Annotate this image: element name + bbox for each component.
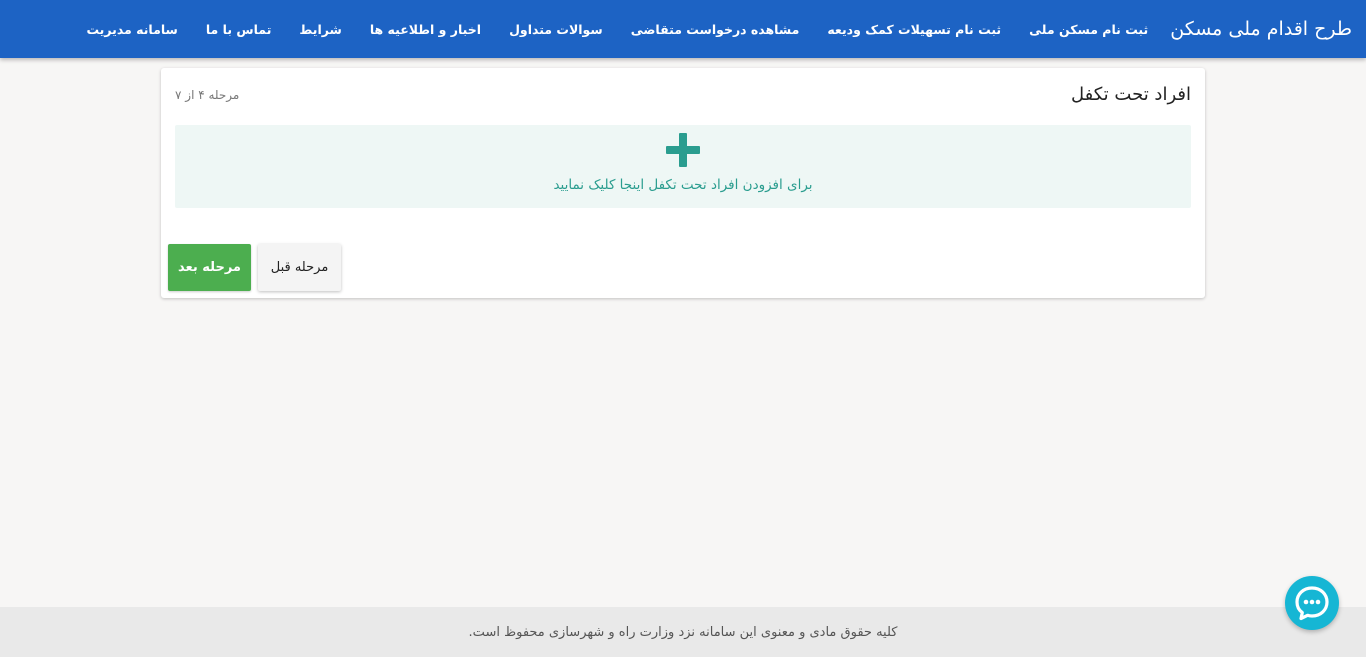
nav-contact[interactable]: تماس با ما [192,22,286,37]
nav-register-national-housing[interactable]: ثبت نام مسکن ملی [1015,22,1162,37]
next-step-button[interactable]: مرحله بعد [168,244,251,291]
plus-icon [666,133,700,167]
step-indicator: مرحله ۴ از ۷ [175,88,240,102]
main-nav: ثبت نام مسکن ملی ثبت نام تسهیلات کمک ودی… [72,22,1162,37]
nav-conditions[interactable]: شرایط [285,22,355,37]
top-navbar: طرح اقدام ملی مسکن ثبت نام مسکن ملی ثبت … [0,0,1366,58]
nav-faq[interactable]: سوالات متداول [495,22,617,37]
previous-step-button[interactable]: مرحله قبل [258,244,341,291]
add-dependent-button[interactable]: برای افزودن افراد تحت تکفل اینجا کلیک نم… [175,125,1191,208]
dependents-card: افراد تحت تکفل مرحله ۴ از ۷ برای افزودن … [161,68,1205,298]
nav-deposit-loan-register[interactable]: ثبت نام تسهیلات کمک ودیعه [813,22,1015,37]
chat-button[interactable] [1285,576,1339,630]
footer: کلیه حقوق مادی و معنوی این سامانه نزد وز… [0,607,1366,657]
add-dependent-label: برای افزودن افراد تحت تکفل اینجا کلیک نم… [553,177,813,193]
chat-bubble-icon [1295,586,1329,621]
brand-title[interactable]: طرح اقدام ملی مسکن [1170,18,1352,40]
nav-view-application[interactable]: مشاهده درخواست متقاضی [617,22,814,37]
page-title: افراد تحت تکفل [1071,84,1191,105]
copyright-text: کلیه حقوق مادی و معنوی این سامانه نزد وز… [468,624,898,640]
nav-admin-system[interactable]: سامانه مدیریت [72,22,191,37]
nav-news[interactable]: اخبار و اطلاعیه ها [356,22,495,37]
